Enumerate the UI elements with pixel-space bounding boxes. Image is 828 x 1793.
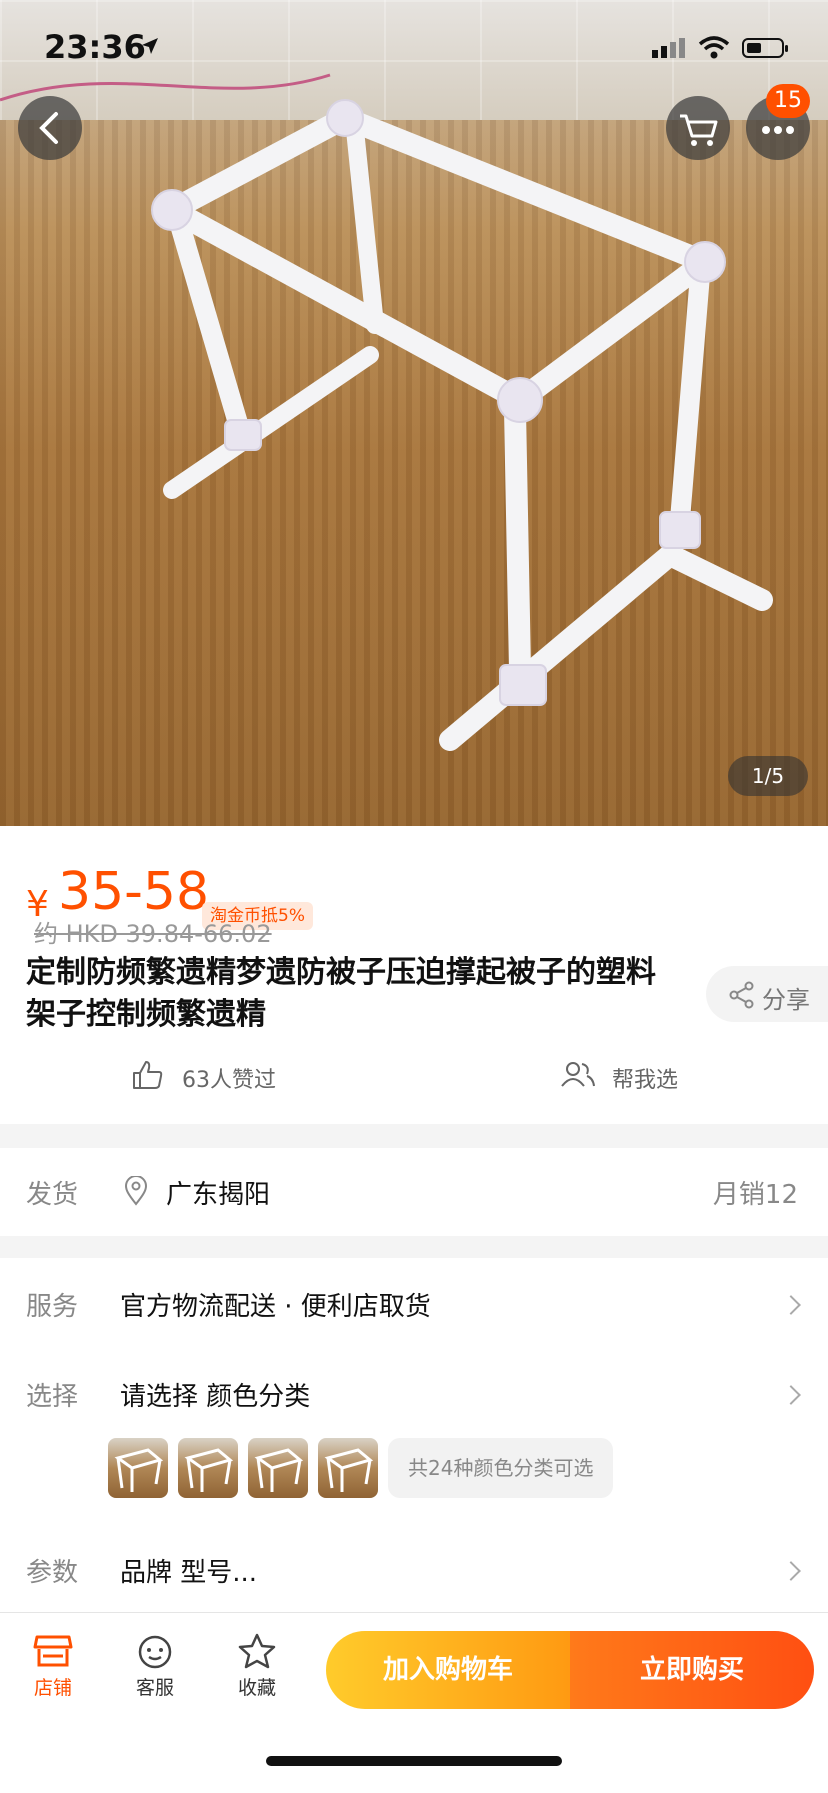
notification-badge: 15 bbox=[766, 84, 810, 118]
shipping-label: 发货 bbox=[26, 1180, 79, 1210]
favorite-label: 收藏 bbox=[237, 1677, 276, 1699]
thumbs-up-icon bbox=[133, 1061, 163, 1089]
customer-service-label: 客服 bbox=[135, 1677, 174, 1699]
variant-thumbnail[interactable] bbox=[178, 1438, 238, 1498]
variant-thumbnail[interactable] bbox=[318, 1438, 378, 1498]
product-title: 定制防频繁遗精梦遗防被子压迫撑起被子的塑料架子控制频繁遗精 bbox=[26, 955, 656, 1032]
more-colors-label[interactable]: 共24种颜色分类可选 bbox=[388, 1438, 614, 1498]
battery-icon bbox=[742, 38, 788, 58]
star-icon bbox=[238, 1633, 276, 1669]
location-arrow-icon bbox=[142, 38, 158, 54]
shop-tab[interactable]: 店铺 bbox=[8, 1633, 98, 1700]
share-icon bbox=[729, 981, 754, 1009]
service-value: 官方物流配送 · 便利店取货 bbox=[120, 1292, 431, 1322]
product-image[interactable]: 23:36 15 1/5 bbox=[0, 0, 828, 826]
location-pin-icon bbox=[124, 1176, 148, 1206]
share-label: 分享 bbox=[762, 986, 810, 1014]
favorite-tab[interactable]: 收藏 bbox=[212, 1633, 302, 1700]
cart-button[interactable] bbox=[666, 96, 730, 160]
shipping-location: 广东揭阳 bbox=[166, 1180, 271, 1210]
params-label: 参数 bbox=[26, 1558, 79, 1588]
help-choose-label: 帮我选 bbox=[612, 1068, 679, 1093]
add-to-cart-button[interactable]: 加入购物车 bbox=[326, 1631, 570, 1709]
chevron-left-icon bbox=[39, 112, 58, 144]
wifi-icon bbox=[698, 36, 730, 59]
likes-count: 63人赞过 bbox=[182, 1068, 276, 1093]
chevron-right-icon bbox=[781, 1385, 801, 1405]
monthly-sales: 月销12 bbox=[712, 1180, 798, 1210]
chevron-right-icon bbox=[781, 1561, 801, 1581]
home-indicator[interactable] bbox=[266, 1756, 562, 1766]
shop-label: 店铺 bbox=[33, 1677, 72, 1699]
chat-face-icon bbox=[138, 1635, 172, 1669]
chevron-right-icon bbox=[781, 1295, 801, 1315]
cart-icon bbox=[680, 114, 718, 146]
service-label: 服务 bbox=[26, 1292, 79, 1322]
options-card: 服务 官方物流配送 · 便利店取货 选择 请选择 颜色分类 共24种颜色分类可选… bbox=[0, 1258, 828, 1622]
shipping-row: 发货 广东揭阳 月销12 bbox=[0, 1148, 828, 1236]
hkd-price: 约 HKD 39.84-66.02 bbox=[34, 920, 272, 948]
status-bar: 23:36 bbox=[0, 0, 828, 100]
buy-now-button[interactable]: 立即购买 bbox=[570, 1631, 814, 1709]
variant-thumbnail[interactable] bbox=[108, 1438, 168, 1498]
image-pager: 1/5 bbox=[728, 756, 808, 796]
store-icon bbox=[33, 1635, 73, 1667]
params-value: 品牌 型号... bbox=[120, 1558, 258, 1588]
product-info-card: ¥ 35-58 淘金币抵5% 约 HKD 39.84-66.02 定制防频繁遗精… bbox=[0, 826, 828, 1124]
back-button[interactable] bbox=[18, 96, 82, 160]
status-time: 23:36 bbox=[44, 28, 146, 66]
price-range: 35-58 bbox=[58, 862, 210, 922]
customer-service-tab[interactable]: 客服 bbox=[110, 1633, 200, 1700]
select-label: 选择 bbox=[26, 1382, 79, 1412]
share-button[interactable]: 分享 bbox=[706, 966, 828, 1022]
cellular-signal-icon bbox=[652, 38, 685, 58]
variant-thumbnail[interactable] bbox=[248, 1438, 308, 1498]
people-icon bbox=[561, 1062, 595, 1087]
select-value: 请选择 颜色分类 bbox=[120, 1382, 311, 1412]
